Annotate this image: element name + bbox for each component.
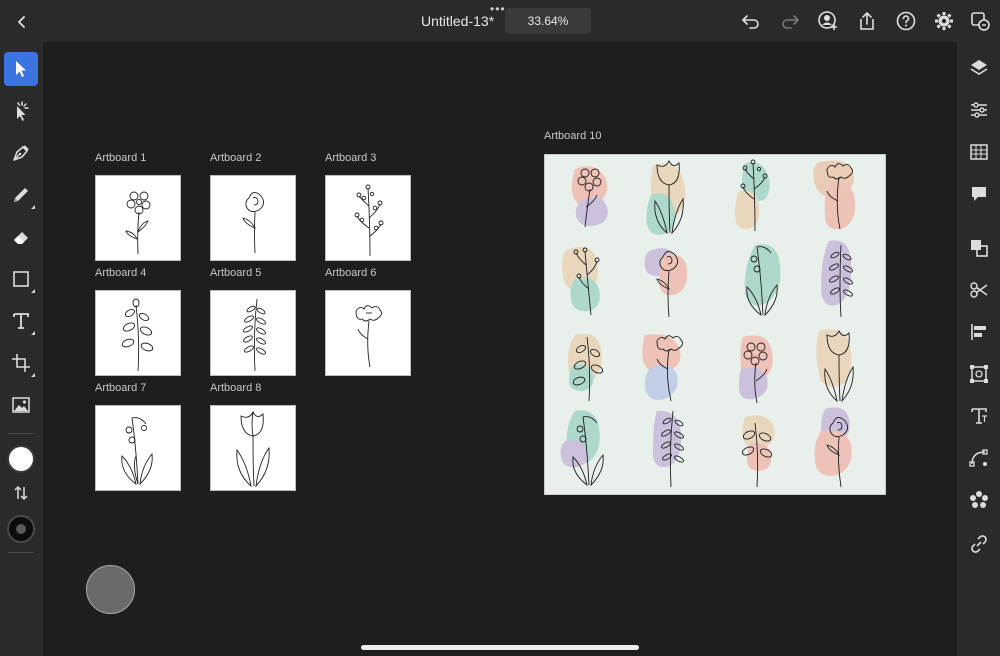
lily-of-valley-illustration: [121, 417, 153, 486]
invite-user-icon[interactable]: [816, 9, 840, 33]
fill-color-swatch[interactable]: [7, 445, 35, 473]
divider: [8, 552, 34, 553]
artboard-3-label[interactable]: Artboard 3: [325, 152, 376, 164]
selection-tool-icon[interactable]: [4, 52, 38, 86]
top-toolbar: ••• Untitled-13* 33.64%: [0, 0, 1000, 42]
type-panel-icon[interactable]: [967, 404, 991, 428]
fern-illustration: [243, 298, 266, 372]
switch-view-icon[interactable]: [968, 9, 992, 33]
more-options-indicator: [31, 331, 35, 335]
back-icon[interactable]: [10, 10, 34, 34]
tools-panel: [0, 42, 43, 656]
eraser-tool-icon[interactable]: [4, 220, 38, 254]
panels-bar: [957, 42, 1000, 656]
undo-icon[interactable]: [739, 9, 763, 33]
artboard-8[interactable]: [210, 405, 296, 491]
repeat-icon[interactable]: [967, 488, 991, 512]
daisy-illustration: [125, 191, 151, 255]
stroke-color-swatch[interactable]: [7, 515, 35, 543]
artboard-6-label[interactable]: Artboard 6: [325, 267, 376, 279]
berries-illustration: [354, 184, 384, 257]
artboard-tool-icon[interactable]: [4, 346, 38, 380]
help-icon[interactable]: [894, 9, 918, 33]
artboard-10-label[interactable]: Artboard 10: [544, 130, 601, 142]
divider: [8, 433, 34, 434]
place-image-icon[interactable]: [4, 388, 38, 422]
direct-selection-tool-icon[interactable]: [4, 94, 38, 128]
eucalyptus-illustration: [121, 298, 154, 372]
touch-shortcut-button[interactable]: [86, 565, 135, 614]
home-indicator: [361, 645, 639, 650]
align-icon[interactable]: [967, 320, 991, 344]
link-icon[interactable]: [967, 532, 991, 556]
redo-icon[interactable]: [778, 9, 802, 33]
more-options-indicator: [31, 289, 35, 293]
swap-colors-icon[interactable]: [13, 485, 29, 501]
artboard-7-label[interactable]: Artboard 7: [95, 382, 146, 394]
path-icon[interactable]: [967, 446, 991, 470]
artboard-2-label[interactable]: Artboard 2: [210, 152, 261, 164]
artboard-2[interactable]: [210, 175, 296, 261]
rose-illustration: [242, 192, 264, 254]
transform-icon[interactable]: [967, 362, 991, 386]
settings-gear-icon[interactable]: [932, 9, 956, 33]
artboard-4-label[interactable]: Artboard 4: [95, 267, 146, 279]
scissors-icon[interactable]: [967, 278, 991, 302]
tulip-illustration: [236, 410, 270, 488]
artboard-8-label[interactable]: Artboard 8: [210, 382, 261, 394]
type-tool-icon[interactable]: [4, 304, 38, 338]
artboard-1-label[interactable]: Artboard 1: [95, 152, 146, 164]
swatches-icon[interactable]: [967, 140, 991, 164]
more-options-indicator: [31, 373, 35, 377]
artboard-10[interactable]: [544, 154, 886, 495]
pen-tool-icon[interactable]: [4, 136, 38, 170]
artboard-3[interactable]: [325, 175, 411, 261]
zoom-level[interactable]: 33.64%: [505, 8, 591, 34]
artboard-5[interactable]: [210, 290, 296, 376]
artboard-6[interactable]: [325, 290, 411, 376]
document-title[interactable]: Untitled-13*: [421, 13, 494, 29]
artboard-5-label[interactable]: Artboard 5: [210, 267, 261, 279]
comments-icon[interactable]: [967, 182, 991, 206]
flower-pattern-illustration: [560, 159, 856, 488]
rectangle-tool-icon[interactable]: [4, 262, 38, 296]
cosmos-illustration: [355, 305, 383, 368]
artboard-7[interactable]: [95, 405, 181, 491]
properties-icon[interactable]: [967, 98, 991, 122]
artboard-4[interactable]: [95, 290, 181, 376]
more-options-indicator: [31, 205, 35, 209]
arrange-icon[interactable]: [967, 236, 991, 260]
artboard-1[interactable]: [95, 175, 181, 261]
layers-icon[interactable]: [967, 56, 991, 80]
pencil-tool-icon[interactable]: [4, 178, 38, 212]
share-icon[interactable]: [855, 9, 879, 33]
